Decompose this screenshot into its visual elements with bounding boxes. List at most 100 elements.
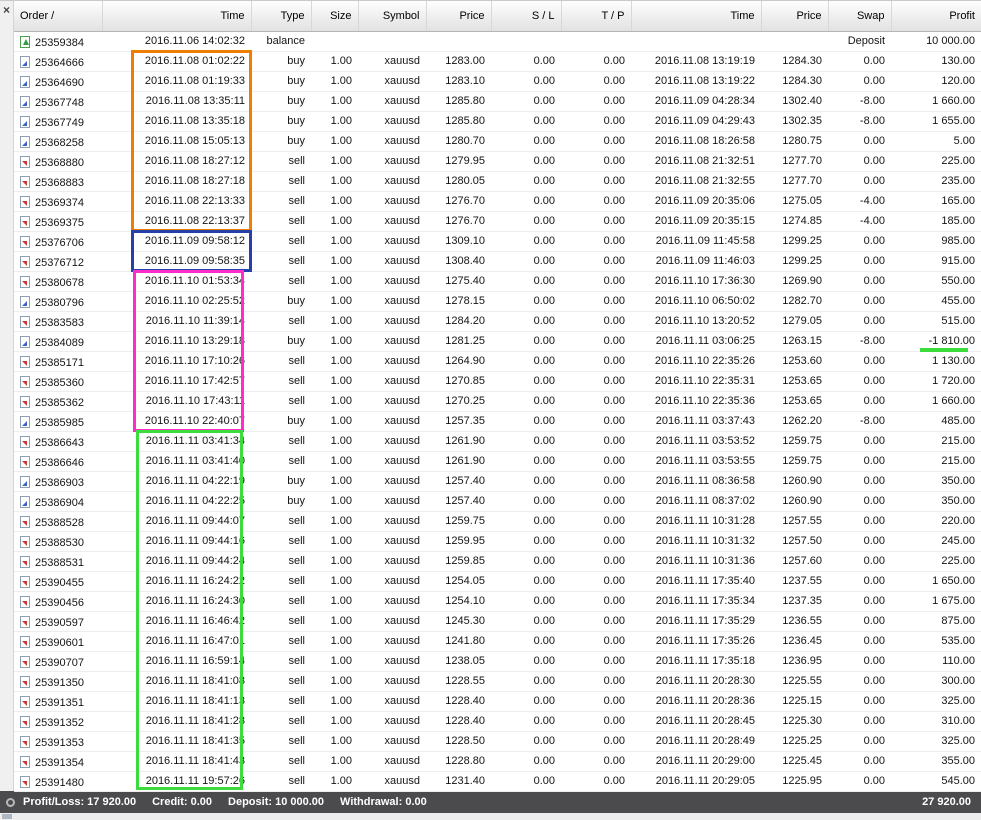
column-header-type[interactable]: Type	[250, 1, 311, 32]
cell-time: 2016.11.08 18:27:12	[102, 151, 251, 172]
order-number: 25385985	[35, 416, 84, 429]
cell-profit: 10 000.00	[891, 31, 981, 52]
cell-swap: 0.00	[828, 691, 891, 712]
trade-row[interactable]: 25391480 2016.11.11 19:57:26 sell 1.00 xauus…	[14, 771, 981, 792]
cell-order: 25380678	[14, 271, 102, 292]
trade-row[interactable]: 25368258 2016.11.08 15:05:13 buy 1.00 xauusd…	[14, 131, 981, 152]
balance-row[interactable]: 25359384 2016.11.06 14:02:32 balance Deposi…	[14, 31, 981, 52]
cell-swap: 0.00	[828, 571, 891, 592]
trade-row[interactable]: 25369375 2016.11.08 22:13:37 sell 1.00 xauus…	[14, 211, 981, 232]
cell-size: 1.00	[311, 591, 358, 612]
cell-order: 25391480	[14, 771, 102, 792]
trade-row[interactable]: 25367748 2016.11.08 13:35:11 buy 1.00 xauusd…	[14, 91, 981, 112]
trade-row[interactable]: 25383583 2016.11.10 11:39:14 sell 1.00 xauus…	[14, 311, 981, 332]
trade-row[interactable]: 25369374 2016.11.08 22:13:33 sell 1.00 xauus…	[14, 191, 981, 212]
status-credit: Credit: 0.00	[152, 796, 213, 808]
trade-row[interactable]: 25391351 2016.11.11 18:41:13 sell 1.00 xauus…	[14, 691, 981, 712]
cell-order: 25388528	[14, 511, 102, 532]
cell-symbol: xauusd	[358, 71, 426, 92]
column-header-order[interactable]: Order /	[14, 1, 102, 32]
cell-tp: 0.00	[561, 631, 631, 652]
trade-row[interactable]: 25385985 2016.11.10 22:40:07 buy 1.00 xauusd…	[14, 411, 981, 432]
cell-price2: 1253.60	[761, 351, 828, 372]
cell-sl: 0.00	[491, 631, 561, 652]
column-header-symbol[interactable]: Symbol	[357, 1, 426, 32]
cell-price: 1285.80	[426, 111, 491, 132]
trade-row[interactable]: 25386643 2016.11.11 03:41:34 sell 1.00 xauus…	[14, 431, 981, 452]
column-header-profit[interactable]: Profit	[890, 1, 981, 32]
column-header-size[interactable]: Size	[310, 1, 358, 32]
trade-row[interactable]: 25388531 2016.11.11 09:44:24 sell 1.00 xauus…	[14, 551, 981, 572]
cell-size: 1.00	[311, 251, 358, 272]
cell-tp: 0.00	[561, 291, 631, 312]
order-number: 25391350	[35, 676, 84, 689]
cell-price2: 1299.25	[761, 251, 828, 272]
trade-row[interactable]: 25391352 2016.11.11 18:41:28 sell 1.00 xauus…	[14, 711, 981, 732]
cell-price2: 1302.40	[761, 91, 828, 112]
cell-time2: 2016.11.10 22:35:26	[631, 351, 761, 372]
trade-row[interactable]: 25380796 2016.11.10 02:25:52 buy 1.00 xauusd…	[14, 291, 981, 312]
cell-time2: 2016.11.11 20:28:36	[631, 691, 761, 712]
cell-type: sell	[251, 251, 311, 272]
column-header-time[interactable]: Time	[101, 1, 251, 32]
column-header-tp[interactable]: T / P	[560, 1, 631, 32]
trade-row[interactable]: 25364690 2016.11.08 01:19:33 buy 1.00 xauusd…	[14, 71, 981, 92]
trade-row[interactable]: 25391353 2016.11.11 18:41:35 sell 1.00 xauus…	[14, 731, 981, 752]
column-header-sl[interactable]: S / L	[490, 1, 561, 32]
cell-sl: 0.00	[491, 231, 561, 252]
order-number: 25390456	[35, 596, 84, 609]
cell-order: 25388531	[14, 551, 102, 572]
cell-type: sell	[251, 671, 311, 692]
trade-row[interactable]: 25385360 2016.11.10 17:42:57 sell 1.00 xauus…	[14, 371, 981, 392]
trade-row[interactable]: 25385171 2016.11.10 17:10:26 sell 1.00 xauus…	[14, 351, 981, 372]
order-ticket-icon	[20, 135, 30, 148]
cell-time: 2016.11.11 16:59:14	[102, 651, 251, 672]
cell-time: 2016.11.10 17:43:11	[102, 391, 251, 412]
trade-row[interactable]: 25376706 2016.11.09 09:58:12 sell 1.00 xauus…	[14, 231, 981, 252]
cell-price2: 1275.05	[761, 191, 828, 212]
trade-row[interactable]: 25386646 2016.11.11 03:41:40 sell 1.00 xauus…	[14, 451, 981, 472]
cell-price2: 1284.30	[761, 71, 828, 92]
cell-type: buy	[251, 291, 311, 312]
column-header-price[interactable]: Price	[425, 1, 491, 32]
trade-row[interactable]: 25368880 2016.11.08 18:27:12 sell 1.00 xauus…	[14, 151, 981, 172]
cell-time: 2016.11.10 17:10:26	[102, 351, 251, 372]
trade-row[interactable]: 25388530 2016.11.11 09:44:16 sell 1.00 xauus…	[14, 531, 981, 552]
column-header-time2[interactable]: Time	[630, 1, 761, 32]
cell-time2: 2016.11.11 17:35:40	[631, 571, 761, 592]
trade-row[interactable]: 25391350 2016.11.11 18:41:08 sell 1.00 xauus…	[14, 671, 981, 692]
cell-price2: 1225.15	[761, 691, 828, 712]
column-header-price2[interactable]: Price	[760, 1, 828, 32]
trade-row[interactable]: 25386904 2016.11.11 04:22:25 buy 1.00 xauusd…	[14, 491, 981, 512]
table-header-row: Order / Time Type Size Symbol Price S / LT / P…	[14, 1, 981, 32]
column-header-swap[interactable]: Swap	[827, 1, 891, 32]
trade-row[interactable]: 25390601 2016.11.11 16:47:01 sell 1.00 xauus…	[14, 631, 981, 652]
trade-row[interactable]: 25390707 2016.11.11 16:59:14 sell 1.00 xauus…	[14, 651, 981, 672]
trade-row[interactable]: 25364666 2016.11.08 01:02:22 buy 1.00 xauusd…	[14, 51, 981, 72]
cell-swap: 0.00	[828, 171, 891, 192]
trade-row[interactable]: 25367749 2016.11.08 13:35:18 buy 1.00 xauusd…	[14, 111, 981, 132]
cell-tp: 0.00	[561, 171, 631, 192]
trade-row[interactable]: 25391354 2016.11.11 18:41:43 sell 1.00 xauus…	[14, 751, 981, 772]
cell-tp: 0.00	[561, 131, 631, 152]
trade-row[interactable]: 25388528 2016.11.11 09:44:07 sell 1.00 xauus…	[14, 511, 981, 532]
resize-grip-icon[interactable]	[2, 814, 12, 819]
cell-symbol: xauusd	[358, 131, 426, 152]
cell-tp: 0.00	[561, 191, 631, 212]
cell-price: 1280.05	[426, 171, 491, 192]
trade-row[interactable]: 25390455 2016.11.11 16:24:22 sell 1.00 xauus…	[14, 571, 981, 592]
trade-row[interactable]: 25390597 2016.11.11 16:46:42 sell 1.00 xauus…	[14, 611, 981, 632]
cell-order: 25390456	[14, 591, 102, 612]
trade-row[interactable]: 25376712 2016.11.09 09:58:35 sell 1.00 xauus…	[14, 251, 981, 272]
trade-row[interactable]: 25380678 2016.11.10 01:53:34 sell 1.00 xauus…	[14, 271, 981, 292]
order-number: 25390597	[35, 616, 84, 629]
close-panel-button[interactable]: ×	[3, 3, 10, 17]
trade-row[interactable]: 25384089 2016.11.10 13:29:18 buy 1.00 xauusd…	[14, 331, 981, 352]
cell-size: 1.00	[311, 451, 358, 472]
trade-row[interactable]: 25385362 2016.11.10 17:43:11 sell 1.00 xauus…	[14, 391, 981, 412]
trade-row[interactable]: 25390456 2016.11.11 16:24:30 sell 1.00 xauus…	[14, 591, 981, 612]
trade-row[interactable]: 25386903 2016.11.11 04:22:19 buy 1.00 xauusd…	[14, 471, 981, 492]
cell-tp: 0.00	[561, 751, 631, 772]
trade-row[interactable]: 25368883 2016.11.08 18:27:18 sell 1.00 xauus…	[14, 171, 981, 192]
cell-type: sell	[251, 311, 311, 332]
